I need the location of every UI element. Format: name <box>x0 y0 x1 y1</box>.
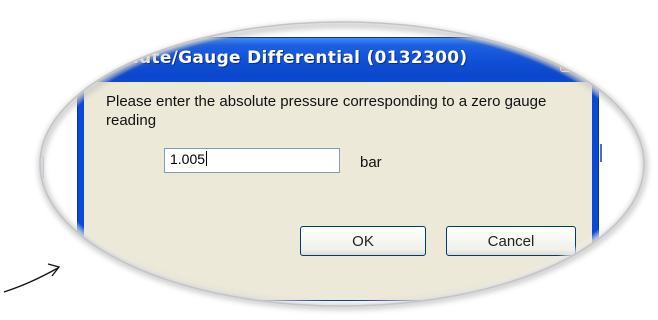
ok-button[interactable]: OK <box>300 226 426 256</box>
dialog-window: bsolute/Gauge Differential (0132300) x P… <box>78 38 598 300</box>
close-button[interactable]: x <box>560 46 586 72</box>
dialog-body: Please enter the absolute pressure corre… <box>84 82 592 300</box>
prompt-text: Please enter the absolute pressure corre… <box>106 93 547 129</box>
dialog-title: bsolute/Gauge Differential (0132300) <box>98 48 468 68</box>
pointer-arrow-icon <box>3 263 61 293</box>
pressure-value: 1.005 <box>170 151 206 167</box>
pressure-input[interactable]: 1.005 <box>164 148 340 173</box>
unit-label: bar <box>360 154 382 171</box>
dialog-titlebar[interactable]: bsolute/Gauge Differential (0132300) x <box>78 38 598 78</box>
cancel-button[interactable]: Cancel <box>446 226 576 256</box>
dropdown-arrow-button[interactable]: v <box>14 156 44 180</box>
cancel-button-label: Cancel <box>487 232 535 250</box>
background-link-fragment <box>600 144 602 162</box>
magnified-view: v bsolute/Gauge Differential (0132300) x… <box>0 0 658 320</box>
text-caret <box>206 151 208 166</box>
chevron-down-icon: v <box>25 161 33 175</box>
ok-button-label: OK <box>352 232 374 250</box>
close-icon: x <box>568 49 578 67</box>
